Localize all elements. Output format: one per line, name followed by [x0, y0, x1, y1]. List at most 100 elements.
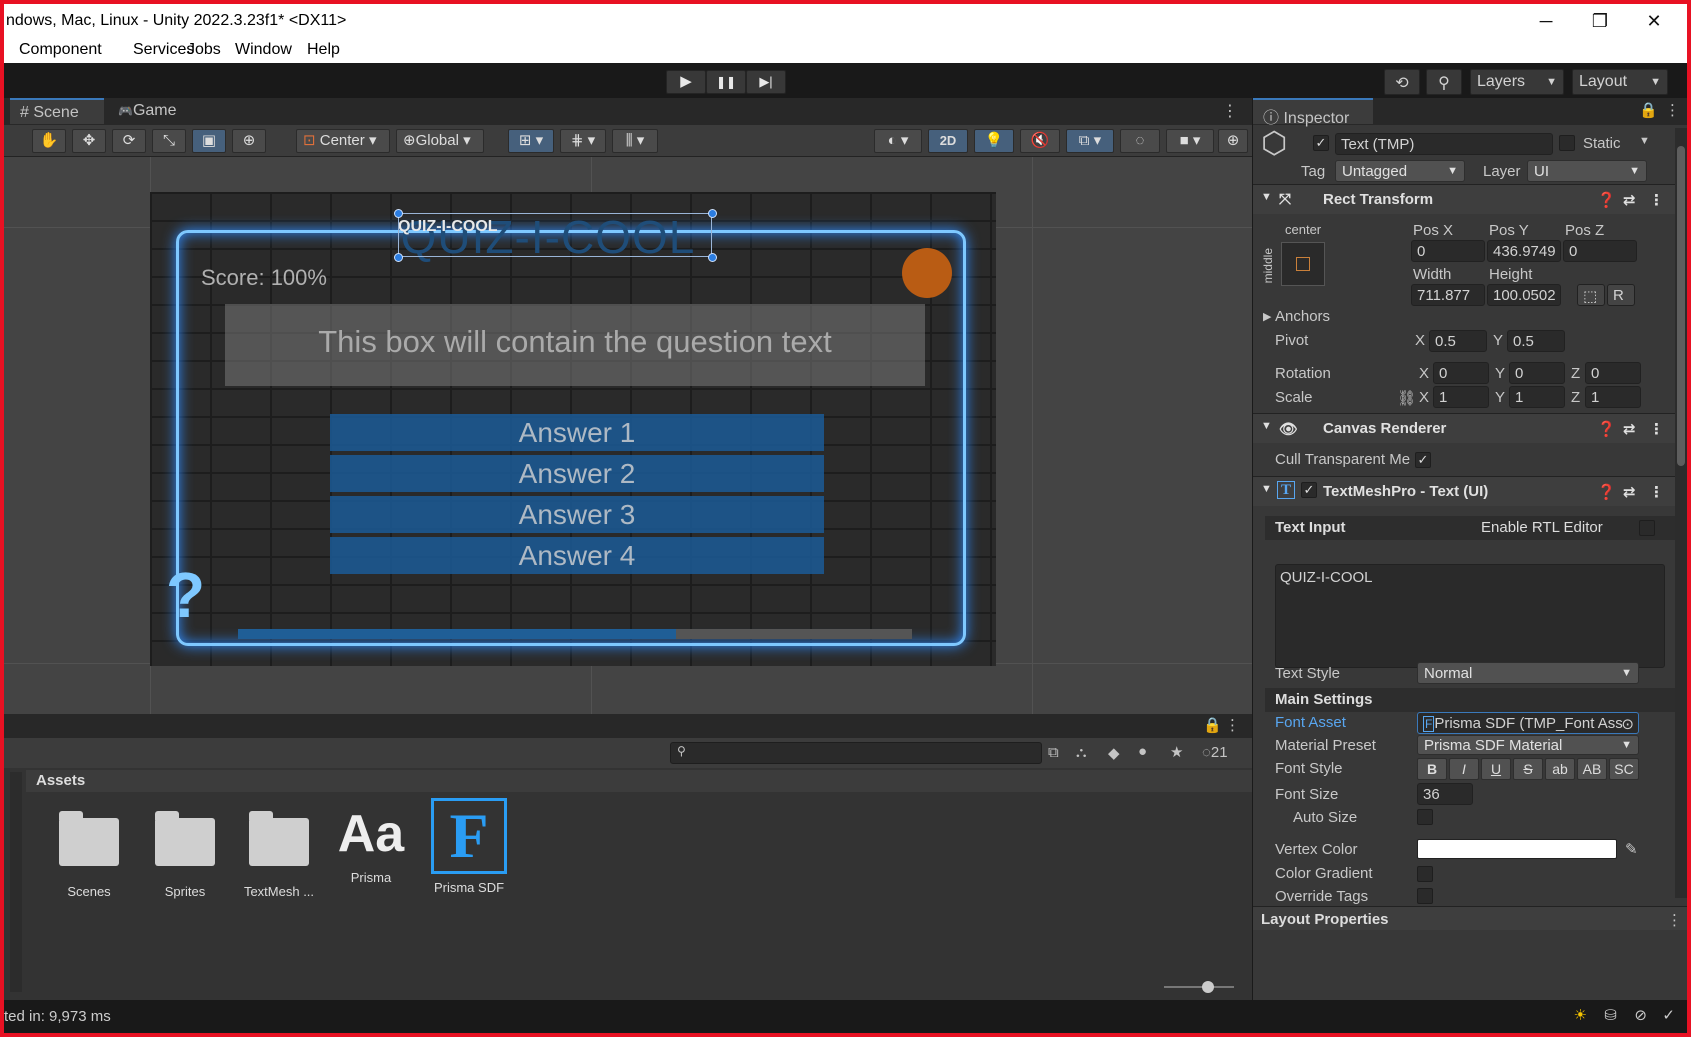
rotation-z-field[interactable]: 0	[1585, 362, 1641, 384]
rtl-checkbox[interactable]	[1639, 520, 1655, 536]
uppercase-button[interactable]: AB	[1577, 758, 1607, 780]
raw-edit-button[interactable]: R	[1607, 284, 1635, 306]
step-button[interactable]: ▶|	[746, 70, 786, 94]
resize-handle[interactable]	[394, 253, 403, 262]
strikethrough-button[interactable]: S	[1513, 758, 1543, 780]
material-preset-dropdown[interactable]: Prisma SDF Material ▼	[1417, 735, 1639, 755]
resize-handle[interactable]	[708, 209, 717, 218]
font-asset-field[interactable]: F Prisma SDF (TMP_Font Ass ⊙	[1417, 712, 1639, 734]
pivot-y-field[interactable]: 0.5	[1507, 330, 1565, 352]
text-input-area[interactable]: QUIZ-I-COOL	[1275, 564, 1665, 668]
more-icon[interactable]: ⋮	[1665, 101, 1680, 119]
posx-field[interactable]: 0	[1411, 240, 1485, 262]
more-icon[interactable]: ⋮	[1225, 716, 1240, 734]
camera-icon[interactable]: ■ ▾	[1166, 129, 1214, 153]
bold-button[interactable]: B	[1417, 758, 1447, 780]
object-picker-icon[interactable]: ⊙	[1621, 715, 1634, 733]
label-filter-icon[interactable]: ◆	[1108, 744, 1120, 762]
increment-snap-icon[interactable]: ⫼ ▾	[612, 129, 658, 153]
pause-button[interactable]: ❚❚	[706, 70, 746, 94]
answer-button-2[interactable]: Answer 2	[330, 455, 824, 492]
link-icon[interactable]: ⛓	[1397, 389, 1416, 407]
object-name-field[interactable]: Text (TMP)	[1335, 133, 1553, 155]
width-field[interactable]: 711.877	[1411, 284, 1485, 306]
draw-mode-icon[interactable]: ◐ ▾	[874, 129, 922, 153]
resize-handle[interactable]	[708, 253, 717, 262]
menu-help[interactable]: Help	[307, 41, 340, 59]
rect-transform-header[interactable]: ▼ ⤧ Rect Transform ❓ ⇄ ⋮	[1253, 184, 1687, 214]
effects-icon[interactable]: ⧉ ▾	[1066, 129, 1114, 153]
layout-properties-header[interactable]: Layout Properties ⋮	[1253, 906, 1687, 930]
layout-dropdown[interactable]: Layout ▼	[1572, 69, 1668, 95]
rect-tool-icon[interactable]: ▣	[192, 129, 226, 153]
search-icon[interactable]: ⚲	[1426, 69, 1462, 95]
active-checkbox[interactable]: ✓	[1313, 135, 1329, 151]
menu-services[interactable]: Services	[133, 41, 194, 59]
tab-inspector[interactable]: ⓘ Inspector	[1253, 98, 1373, 127]
2d-toggle-button[interactable]: 2D	[928, 129, 968, 153]
game-canvas[interactable]: QUIZ-I-COOL QUIZ-I-COOL Score: 100% This…	[150, 192, 996, 666]
help-icon[interactable]: ❓	[1597, 420, 1616, 438]
network-icon[interactable]: ⊘	[1634, 1006, 1647, 1024]
play-button[interactable]: ▶	[666, 70, 706, 94]
rotation-y-field[interactable]: 0	[1509, 362, 1565, 384]
static-checkbox[interactable]	[1559, 135, 1575, 151]
help-icon[interactable]: ❓	[1597, 483, 1616, 501]
asset-prisma-sdf[interactable]: F Prisma SDF	[424, 798, 514, 895]
scrollbar-thumb[interactable]	[1677, 146, 1685, 466]
scale-x-field[interactable]: 1	[1433, 386, 1489, 408]
layer-dropdown[interactable]: UI ▼	[1527, 160, 1647, 182]
color-gradient-checkbox[interactable]	[1417, 866, 1433, 882]
menu-component[interactable]: Component	[19, 41, 102, 59]
override-tags-checkbox[interactable]	[1417, 888, 1433, 904]
answer-button-1[interactable]: Answer 1	[330, 414, 824, 451]
move-tool-icon[interactable]: ✥	[72, 129, 106, 153]
tab-game[interactable]: 🎮Game	[108, 98, 187, 124]
bug-icon[interactable]: ☀	[1574, 1006, 1587, 1024]
lock-icon[interactable]: 🔒	[1639, 101, 1658, 119]
component-enabled-checkbox[interactable]: ✓	[1301, 482, 1317, 498]
audio-icon[interactable]: 🔇	[1020, 129, 1060, 153]
history-icon[interactable]: ⟲	[1384, 69, 1420, 95]
more-icon[interactable]: ⋮	[1649, 483, 1664, 501]
menu-window[interactable]: Window	[235, 41, 292, 59]
posz-field[interactable]: 0	[1563, 240, 1637, 262]
layers-dropdown[interactable]: Layers ▼	[1470, 69, 1564, 95]
smallcaps-button[interactable]: SC	[1609, 758, 1639, 780]
more-icon[interactable]: ⋮	[1667, 911, 1682, 929]
lighting-icon[interactable]: 💡	[974, 129, 1014, 153]
zoom-slider[interactable]	[1164, 981, 1234, 993]
save-search-icon[interactable]: ⧉	[1048, 744, 1059, 761]
height-field[interactable]: 100.0502	[1487, 284, 1561, 306]
cull-transparent-checkbox[interactable]: ✓	[1415, 452, 1431, 468]
space-dropdown[interactable]: ⊕Global ▾	[396, 129, 484, 153]
help-icon[interactable]: ❓	[1597, 191, 1616, 209]
posy-field[interactable]: 436.9749	[1487, 240, 1561, 262]
preset-icon[interactable]: ⇄	[1623, 420, 1636, 438]
check-icon[interactable]: ✓	[1662, 1006, 1675, 1024]
rotation-x-field[interactable]: 0	[1433, 362, 1489, 384]
more-icon[interactable]: ⋮	[1649, 420, 1664, 438]
blueprint-mode-icon[interactable]: ⬚	[1577, 284, 1605, 306]
scale-y-field[interactable]: 1	[1509, 386, 1565, 408]
anchors-label[interactable]: Anchors	[1275, 308, 1330, 325]
favorite-icon[interactable]: ★	[1170, 743, 1183, 761]
lock-icon[interactable]: 🔒	[1203, 716, 1222, 734]
more-icon[interactable]: ⋮	[1649, 191, 1664, 209]
rotate-tool-icon[interactable]: ⟳	[112, 129, 146, 153]
eyedropper-icon[interactable]: ✎	[1625, 840, 1638, 858]
font-size-field[interactable]: 36	[1417, 783, 1473, 805]
hidden-count-icon[interactable]: ◌21	[1202, 744, 1228, 761]
inspector-scrollbar[interactable]	[1675, 128, 1687, 898]
auto-size-checkbox[interactable]	[1417, 809, 1433, 825]
vertex-color-swatch[interactable]	[1417, 839, 1617, 859]
minimize-icon[interactable]: ─	[1523, 8, 1569, 34]
type-filter-icon[interactable]: ⛬	[1076, 744, 1087, 761]
answer-button-4[interactable]: Answer 4	[330, 537, 824, 574]
asset-prisma[interactable]: Aa Prisma	[326, 804, 416, 885]
resize-handle[interactable]	[394, 209, 403, 218]
anchor-presets-button[interactable]	[1281, 242, 1325, 286]
pivot-dropdown[interactable]: ⊡ Center ▾	[296, 129, 390, 153]
transform-tool-icon[interactable]: ⊕	[232, 129, 266, 153]
scale-tool-icon[interactable]: ⤡	[152, 129, 186, 153]
